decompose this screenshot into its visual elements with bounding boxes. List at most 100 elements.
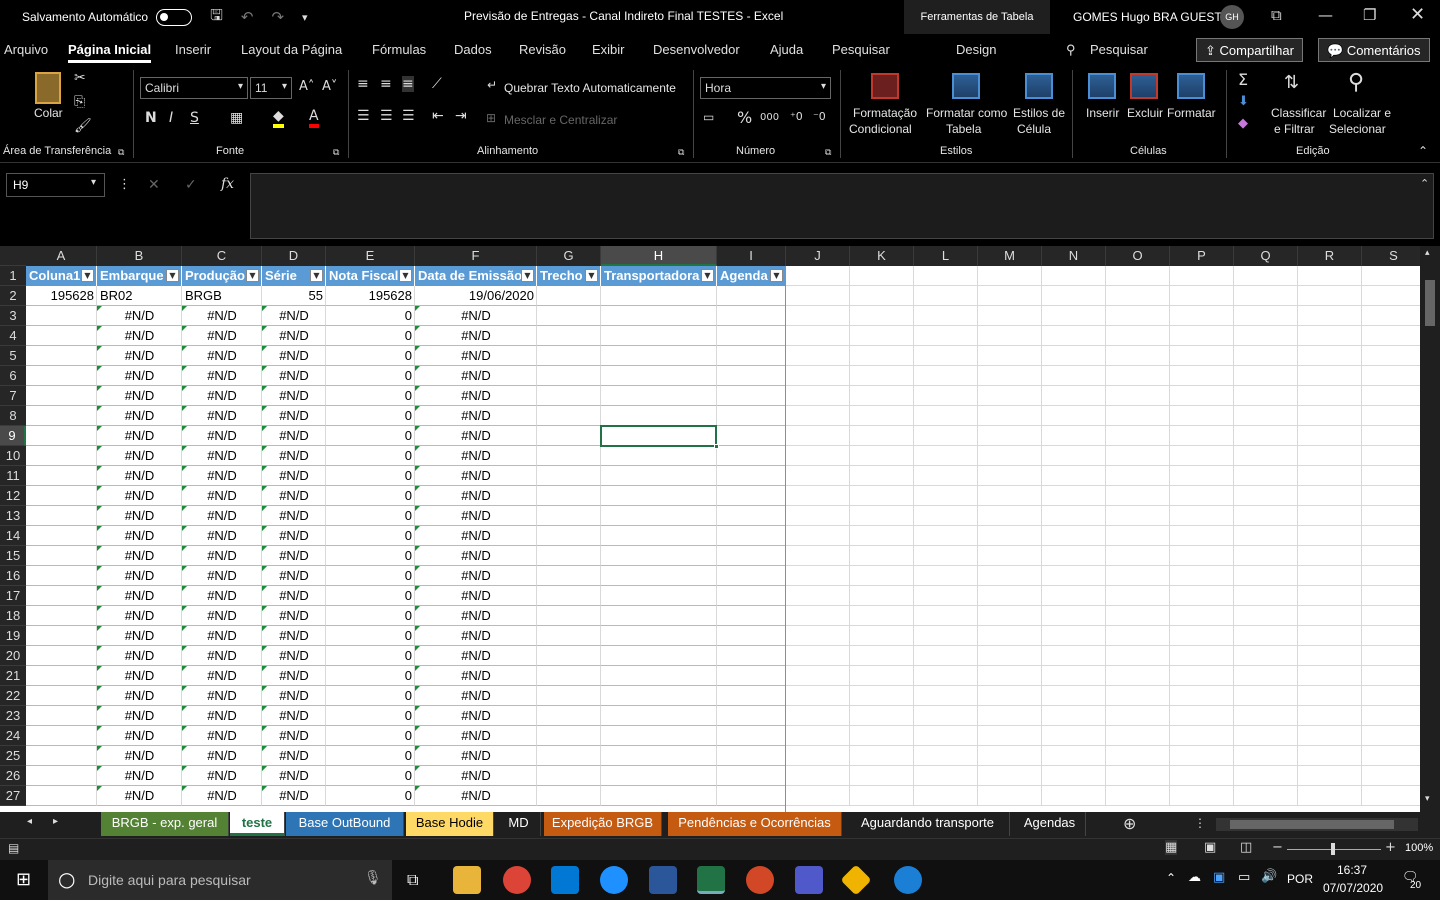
table-cell-value[interactable]: #N/D <box>262 326 326 346</box>
table-cell[interactable] <box>1234 306 1298 326</box>
table-cell-value[interactable]: 0 <box>326 366 415 386</box>
table-cell[interactable] <box>1298 486 1362 506</box>
table-cell[interactable] <box>914 786 978 806</box>
table-cell[interactable] <box>717 666 786 686</box>
table-cell[interactable] <box>978 506 1042 526</box>
table-cell[interactable] <box>601 506 717 526</box>
table-cell-value[interactable]: #N/D <box>97 506 182 526</box>
table-cell[interactable] <box>978 566 1042 586</box>
table-cell[interactable] <box>537 786 601 806</box>
table-cell-value[interactable]: #N/D <box>97 466 182 486</box>
table-cell[interactable] <box>1298 306 1362 326</box>
menu-dados[interactable]: Dados <box>454 42 492 57</box>
table-cell[interactable] <box>914 326 978 346</box>
new-sheet-icon[interactable]: ⊕ <box>1123 814 1136 833</box>
table-cell-value[interactable]: #N/D <box>262 346 326 366</box>
table-cell-value[interactable]: 0 <box>326 406 415 426</box>
table-cell-value[interactable]: #N/D <box>182 366 262 386</box>
table-cell[interactable] <box>26 526 97 546</box>
table-cell-value[interactable]: #N/D <box>182 386 262 406</box>
clock-time[interactable]: 16:37 <box>1337 863 1367 877</box>
table-cell[interactable] <box>978 646 1042 666</box>
table-cell[interactable] <box>1170 706 1234 726</box>
table-cell[interactable] <box>537 366 601 386</box>
menu-ajuda[interactable]: Ajuda <box>770 42 803 57</box>
table-cell-value[interactable]: #N/D <box>262 466 326 486</box>
table-cell[interactable] <box>1362 486 1426 506</box>
column-header-j[interactable]: J <box>786 246 850 266</box>
table-cell[interactable] <box>537 466 601 486</box>
delete-cells-button[interactable]: Excluir <box>1127 106 1163 120</box>
column-header-d[interactable]: D <box>262 246 326 266</box>
column-header-q[interactable]: Q <box>1234 246 1298 266</box>
edge-icon[interactable] <box>600 866 628 894</box>
table-cell[interactable] <box>786 666 850 686</box>
table-cell[interactable] <box>1298 506 1362 526</box>
filter-dropdown-icon[interactable]: ▼ <box>521 269 534 282</box>
row-header[interactable]: 9 <box>0 426 26 446</box>
table-cell[interactable] <box>537 306 601 326</box>
table-cell-value[interactable]: #N/D <box>97 766 182 786</box>
table-cell[interactable] <box>1170 726 1234 746</box>
table-cell[interactable] <box>1170 506 1234 526</box>
filter-dropdown-icon[interactable]: ▼ <box>701 269 714 282</box>
table-cell[interactable] <box>850 686 914 706</box>
table-cell-value[interactable]: #N/D <box>415 486 537 506</box>
table-cell[interactable] <box>537 406 601 426</box>
table-cell-value[interactable]: #N/D <box>262 426 326 446</box>
table-cell[interactable] <box>537 686 601 706</box>
table-cell-value[interactable]: #N/D <box>182 766 262 786</box>
table-cell[interactable] <box>1042 366 1106 386</box>
table-cell[interactable] <box>601 546 717 566</box>
menu-layout[interactable]: Layout da Página <box>241 42 342 57</box>
cell-styles-icon[interactable] <box>1025 73 1053 99</box>
table-cell-value[interactable]: #N/D <box>182 606 262 626</box>
row-header[interactable]: 4 <box>0 326 26 346</box>
table-cell-value[interactable]: #N/D <box>97 686 182 706</box>
table-cell[interactable] <box>1298 426 1362 446</box>
table-cell-value[interactable]: #N/D <box>97 406 182 426</box>
find-select-icon[interactable]: ⚲ <box>1348 70 1364 95</box>
table-cell-value[interactable]: #N/D <box>182 646 262 666</box>
filter-dropdown-icon[interactable]: ▼ <box>585 269 598 282</box>
share-button[interactable]: ⇪ Compartilhar <box>1196 38 1303 62</box>
table-cell-value[interactable]: #N/D <box>97 446 182 466</box>
menu-design[interactable]: Design <box>956 42 996 57</box>
table-cell[interactable] <box>1106 306 1170 326</box>
table-cell[interactable] <box>786 386 850 406</box>
table-cell[interactable] <box>717 426 786 446</box>
table-cell[interactable] <box>26 486 97 506</box>
table-cell[interactable] <box>26 666 97 686</box>
table-cell[interactable] <box>26 686 97 706</box>
table-cell[interactable] <box>786 266 850 286</box>
table-cell-value[interactable]: #N/D <box>262 306 326 326</box>
table-cell[interactable] <box>26 386 97 406</box>
volume-icon[interactable]: 🔊 <box>1261 869 1277 884</box>
windows-start-icon[interactable]: ⊞ <box>16 869 31 890</box>
table-cell[interactable] <box>850 386 914 406</box>
table-cell[interactable] <box>1042 546 1106 566</box>
sort-label-1[interactable]: Classificar <box>1271 106 1326 120</box>
table-cell[interactable] <box>1298 526 1362 546</box>
scroll-tabs-left-icon[interactable]: ◂ <box>27 816 32 827</box>
table-cell-value[interactable]: #N/D <box>97 786 182 806</box>
table-cell[interactable] <box>1042 286 1106 306</box>
table-cell[interactable] <box>914 726 978 746</box>
table-cell[interactable] <box>1106 626 1170 646</box>
table-cell[interactable] <box>537 426 601 446</box>
column-header-a[interactable]: A <box>26 246 97 266</box>
table-cell-value[interactable]: 0 <box>326 446 415 466</box>
row-header[interactable]: 25 <box>0 746 26 766</box>
customize-qat-icon[interactable]: ▾ <box>302 11 308 24</box>
shrink-font-icon[interactable]: A˅ <box>322 79 337 94</box>
cell-styles-label-2[interactable]: Célula <box>1017 122 1051 136</box>
table-cell[interactable] <box>914 466 978 486</box>
more-icon[interactable]: ⋮ <box>118 177 131 192</box>
table-cell[interactable] <box>1042 406 1106 426</box>
table-cell[interactable] <box>786 366 850 386</box>
vertical-scrollbar[interactable]: ▴ ▾ <box>1420 246 1440 812</box>
column-header-c[interactable]: C <box>182 246 262 266</box>
table-cell-value[interactable]: #N/D <box>97 326 182 346</box>
table-cell[interactable] <box>1298 626 1362 646</box>
decrease-decimal-icon[interactable]: ⁻0 <box>813 110 826 123</box>
